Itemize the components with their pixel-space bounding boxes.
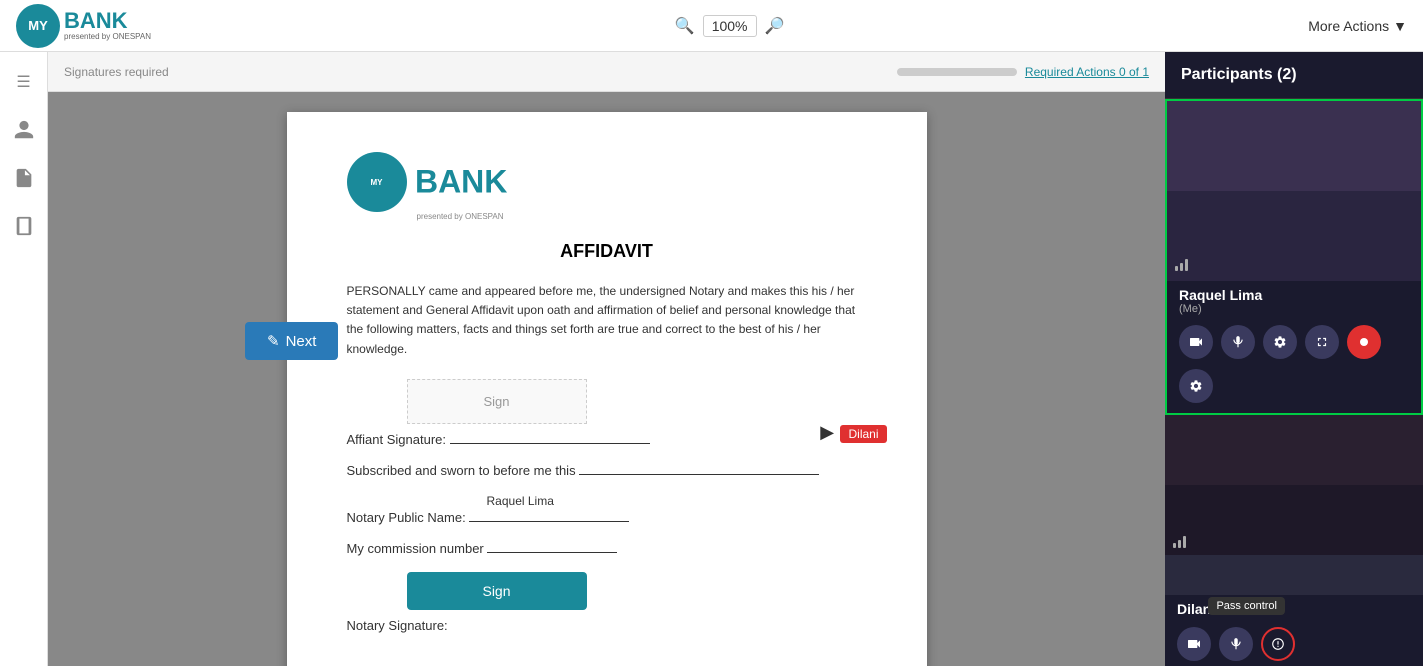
dilani-cursor-badge: Dilani <box>840 425 886 443</box>
participant-info-dilani: Dilani S... <box>1165 595 1423 621</box>
participants-header: Participants (2) <box>1165 52 1423 99</box>
document-page: MY BANK presented by ONESPAN AFFIDAVIT P… <box>287 112 927 666</box>
sidebar-book-icon[interactable] <box>10 212 38 240</box>
participant-video-raquel <box>1167 101 1421 281</box>
participant-card-raquel: Raquel Lima (Me) <box>1165 99 1423 415</box>
participant-video-dilani <box>1165 415 1423 595</box>
affiant-signature-line: Affiant Signature: <box>347 432 867 447</box>
sidebar-hamburger-icon[interactable]: ☰ <box>10 68 38 96</box>
commission-line: My commission number <box>347 541 867 556</box>
participant-controls-raquel <box>1167 319 1421 369</box>
participants-panel: Participants (2) <box>1165 52 1423 666</box>
sign-submit-button[interactable]: Sign <box>407 572 587 610</box>
doc-toolbar: Signatures required Required Actions 0 o… <box>48 52 1165 92</box>
document-logo: MY BANK presented by ONESPAN <box>347 152 867 221</box>
dilani-mic-button[interactable] <box>1219 627 1253 661</box>
pass-control-tooltip: Pass control <box>1208 597 1285 615</box>
dilani-video-button[interactable] <box>1177 627 1211 661</box>
participant-controls-dilani: Pass control <box>1165 621 1423 666</box>
affiant-signature-underline <box>450 443 650 444</box>
signatures-required-label: Signatures required <box>64 65 169 79</box>
logo-circle: MY <box>16 4 60 48</box>
notary-public-name-line: Notary Public Name: <box>347 510 867 525</box>
zoom-in-button[interactable]: 🔎 <box>765 16 785 36</box>
logo-text-area: BANK presented by ONESPAN <box>64 10 151 41</box>
doc-logo-bank: BANK <box>415 164 507 200</box>
notary-public-underline <box>469 521 629 522</box>
required-actions-progress <box>897 68 1017 76</box>
subscribed-sworn-underline <box>579 474 819 475</box>
document-title: AFFIDAVIT <box>347 241 867 262</box>
cursor-icon: ▶ <box>820 422 834 442</box>
raquel-extra-controls <box>1167 369 1421 413</box>
doc-scroll-area[interactable]: ✎ Next MY BANK presented by ONESPAN AFFI… <box>48 92 1165 666</box>
commission-underline <box>487 552 617 553</box>
more-actions-button[interactable]: More Actions ▼ <box>1308 18 1407 34</box>
logo-area: MY BANK presented by ONESPAN <box>16 4 151 48</box>
pass-control-wrapper: Pass control <box>1261 627 1295 661</box>
participant-card-dilani: Dilani S... Pass control <box>1165 415 1423 666</box>
participant-info-raquel: Raquel Lima (Me) <box>1167 281 1421 319</box>
sign-placeholder-box[interactable]: Sign <box>407 379 587 424</box>
raquel-settings-button[interactable] <box>1263 325 1297 359</box>
doc-logo-circle: MY <box>347 152 407 212</box>
raquel-video-button[interactable] <box>1179 325 1213 359</box>
toolbar-center: 🔍 100% 🔎 <box>151 15 1308 37</box>
dilani-video-feed <box>1165 415 1423 555</box>
document-body: PERSONALLY came and appeared before me, … <box>347 282 867 359</box>
zoom-value: 100% <box>703 15 757 37</box>
top-bar: MY BANK presented by ONESPAN 🔍 100% 🔎 Mo… <box>0 0 1423 52</box>
next-button-wrapper: ✎ Next <box>245 322 338 360</box>
sidebar-document-icon[interactable] <box>10 164 38 192</box>
raquel-mic-button[interactable] <box>1221 325 1255 359</box>
left-sidebar: ☰ <box>0 52 48 666</box>
logo-bank-text: BANK <box>64 10 151 32</box>
participant-subtitle-raquel: (Me) <box>1179 303 1409 315</box>
notary-name-overlay: Raquel Lima <box>487 494 867 508</box>
notary-signature-line: Notary Signature: <box>347 618 867 633</box>
raquel-gear-extra-button[interactable] <box>1179 369 1213 403</box>
edit-icon: ✎ <box>267 332 280 350</box>
participant-name-raquel: Raquel Lima <box>1179 287 1409 303</box>
raquel-video-feed <box>1167 101 1421 281</box>
chevron-down-icon: ▼ <box>1393 18 1407 34</box>
cursor-area: ▶ Dilani <box>820 422 886 443</box>
required-actions-link[interactable]: Required Actions 0 of 1 <box>1025 65 1149 79</box>
doc-logo-subtitle: presented by ONESPAN <box>417 212 867 221</box>
sidebar-person-icon[interactable] <box>10 116 38 144</box>
doc-area: Signatures required Required Actions 0 o… <box>48 52 1165 666</box>
pass-control-button[interactable] <box>1261 627 1295 661</box>
next-button[interactable]: ✎ Next <box>245 322 338 360</box>
raquel-record-button[interactable] <box>1347 325 1381 359</box>
main-layout: ☰ Signatures required Required Actions 0… <box>0 52 1423 666</box>
doc-toolbar-right: Required Actions 0 of 1 <box>897 65 1149 79</box>
raquel-expand-button[interactable] <box>1305 325 1339 359</box>
zoom-out-button[interactable]: 🔍 <box>675 16 695 36</box>
subscribed-sworn-line: Subscribed and sworn to before me this <box>347 463 867 478</box>
logo-subtitle: presented by ONESPAN <box>64 32 151 41</box>
